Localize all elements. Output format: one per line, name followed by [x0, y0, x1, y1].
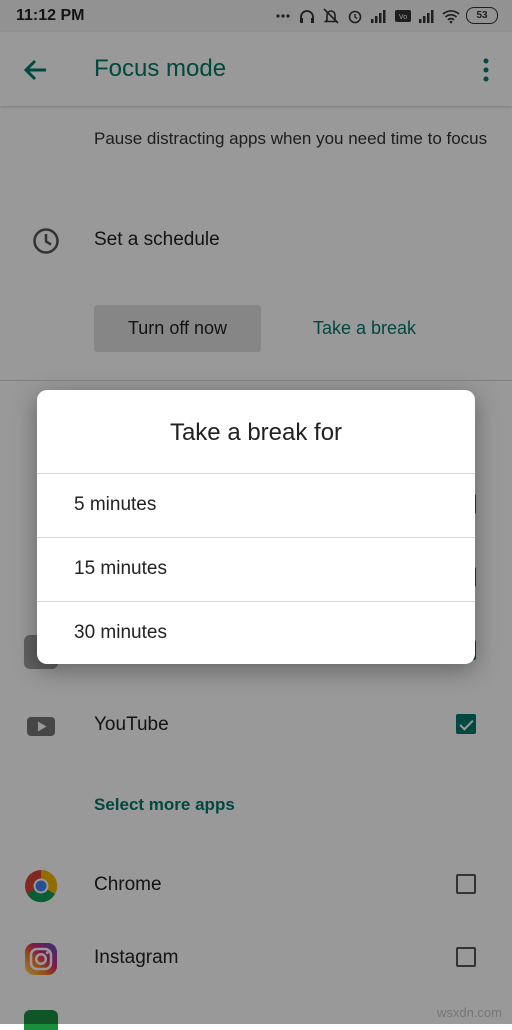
watermark: wsxdn.com [436, 1005, 502, 1020]
option-label: 30 minutes [74, 622, 167, 643]
dialog-title: Take a break for [169, 419, 343, 446]
option-30-minutes[interactable]: 30 minutes [37, 601, 475, 664]
option-15-minutes[interactable]: 15 minutes [37, 537, 475, 601]
option-label: 5 minutes [74, 494, 157, 515]
option-label: 15 minutes [74, 558, 167, 579]
take-a-break-dialog: Take a break for 5 minutes 15 minutes 30… [37, 390, 475, 664]
option-5-minutes[interactable]: 5 minutes [37, 473, 475, 537]
